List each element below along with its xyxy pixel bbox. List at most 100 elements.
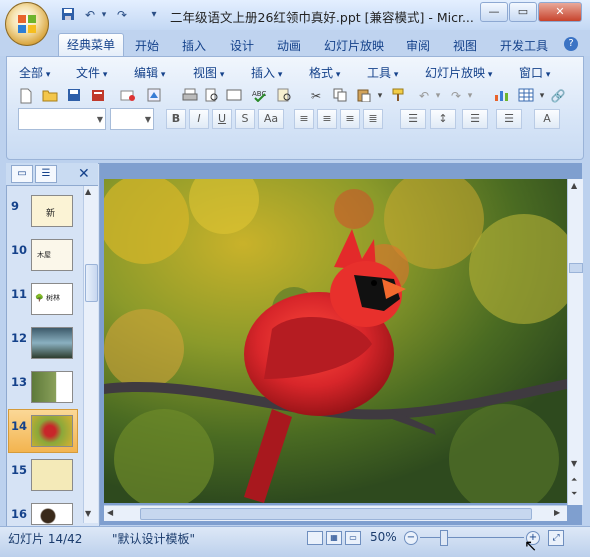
- cut-icon[interactable]: ✂: [308, 88, 324, 104]
- justify-icon[interactable]: ≣: [363, 109, 383, 129]
- text-direction-icon[interactable]: ☰: [400, 109, 426, 129]
- menu-slideshow[interactable]: 幻灯片放映: [425, 64, 492, 81]
- copy-icon[interactable]: [332, 88, 348, 104]
- slide-canvas[interactable]: 蓬松: [104, 179, 567, 503]
- underline-button[interactable]: U: [212, 109, 232, 129]
- scroll-down-icon[interactable]: ▼: [85, 509, 91, 518]
- slide-thumbnail[interactable]: 木屋: [31, 239, 73, 271]
- fit-to-window-icon[interactable]: ⤢: [548, 530, 564, 546]
- scroll-up-icon[interactable]: ▲: [571, 181, 577, 190]
- help-icon[interactable]: ?: [564, 37, 578, 51]
- scroll-thumb[interactable]: [85, 264, 98, 302]
- undo-dropdown-icon[interactable]: ▾: [96, 7, 112, 23]
- chart-icon[interactable]: [494, 88, 510, 104]
- font-combo[interactable]: ▼: [18, 108, 106, 130]
- slide-sorter-icon[interactable]: ▦: [326, 531, 342, 545]
- close-icon[interactable]: ✕: [538, 2, 582, 22]
- customize-icon[interactable]: ▾: [146, 7, 162, 23]
- slide-thumbnail-selected[interactable]: [31, 415, 73, 447]
- slide-thumbnail[interactable]: [31, 459, 73, 491]
- permission-icon[interactable]: [90, 88, 106, 104]
- slide-thumbnail[interactable]: [31, 371, 73, 403]
- font-color-button[interactable]: A: [534, 109, 560, 129]
- close-pane-icon[interactable]: ✕: [78, 166, 90, 182]
- tab-home[interactable]: 开始: [135, 35, 159, 57]
- scroll-thumb[interactable]: [140, 508, 532, 520]
- zoom-out-icon[interactable]: −: [404, 531, 418, 545]
- numbering-icon[interactable]: ☰: [462, 109, 488, 129]
- menu-edit[interactable]: 编辑: [134, 64, 165, 81]
- scroll-right-icon[interactable]: ▶: [554, 508, 560, 517]
- minimize-icon[interactable]: —: [480, 2, 508, 22]
- previous-slide-icon[interactable]: ⏶: [571, 475, 577, 485]
- align-center-icon[interactable]: ≡: [317, 109, 337, 129]
- next-slide-icon[interactable]: ⏷: [571, 489, 577, 499]
- scroll-up-icon[interactable]: ▲: [85, 187, 91, 196]
- tab-developer[interactable]: 开发工具: [500, 35, 548, 57]
- table-dropdown-icon[interactable]: ▾: [534, 88, 550, 104]
- office-button[interactable]: [5, 2, 49, 46]
- print-icon[interactable]: [182, 88, 198, 104]
- redo-toolbar-dropdown-icon[interactable]: ▾: [462, 88, 478, 104]
- tab-view[interactable]: 视图: [453, 35, 477, 57]
- menu-all[interactable]: 全部: [19, 64, 50, 81]
- tab-insert[interactable]: 插入: [182, 35, 206, 57]
- menu-format[interactable]: 格式: [309, 64, 340, 81]
- slide-thumbnail[interactable]: 新: [31, 195, 73, 227]
- tab-slideshow[interactable]: 幻灯片放映: [324, 35, 384, 57]
- font-size-combo[interactable]: ▼: [110, 108, 154, 130]
- scroll-thumb[interactable]: [569, 263, 583, 273]
- print-preview-icon[interactable]: [204, 88, 220, 104]
- new-icon[interactable]: [18, 88, 34, 104]
- thumb-text: 🌳 树林: [35, 294, 60, 302]
- paste-dropdown-icon[interactable]: ▾: [372, 88, 388, 104]
- shadow-button[interactable]: S: [235, 109, 255, 129]
- line-spacing-icon[interactable]: ↕: [430, 109, 456, 129]
- tab-animation[interactable]: 动画: [277, 35, 301, 57]
- scroll-left-icon[interactable]: ◀: [107, 508, 113, 517]
- table-icon[interactable]: [518, 88, 534, 104]
- align-left-icon[interactable]: ≡: [294, 109, 314, 129]
- slides-tab-icon[interactable]: ▭: [11, 165, 33, 183]
- slide-thumbnail[interactable]: 🌳 树林: [31, 283, 73, 315]
- menu-window[interactable]: 窗口: [519, 64, 550, 81]
- tab-classic-menu[interactable]: 经典菜单: [58, 33, 124, 58]
- menu-insert[interactable]: 插入: [251, 64, 282, 81]
- slide-view-icon[interactable]: [226, 88, 242, 104]
- zoom-slider-thumb[interactable]: [440, 530, 448, 546]
- normal-view-icon[interactable]: [307, 531, 323, 545]
- change-case-button[interactable]: Aa: [258, 109, 284, 129]
- undo-toolbar-dropdown-icon[interactable]: ▾: [430, 88, 446, 104]
- zoom-slider[interactable]: [420, 537, 524, 538]
- research-icon[interactable]: [276, 88, 292, 104]
- slide-vertical-scrollbar[interactable]: ▲ ▼ ⏶ ⏷: [567, 179, 583, 505]
- scroll-down-icon[interactable]: ▼: [571, 459, 577, 468]
- open-icon[interactable]: [42, 88, 58, 104]
- maximize-icon[interactable]: ▭: [509, 2, 537, 22]
- align-right-icon[interactable]: ≡: [340, 109, 360, 129]
- italic-button[interactable]: I: [189, 109, 209, 129]
- zoom-level[interactable]: 50%: [370, 530, 397, 544]
- save-file-icon[interactable]: [66, 88, 82, 104]
- slide-horizontal-scrollbar[interactable]: ◀ ▶: [104, 505, 567, 521]
- spelling-icon[interactable]: ABC: [252, 88, 268, 104]
- bold-button[interactable]: B: [166, 109, 186, 129]
- format-painter-icon[interactable]: [390, 88, 406, 104]
- menu-tools[interactable]: 工具: [367, 64, 398, 81]
- publish-icon[interactable]: [146, 88, 162, 104]
- save-icon[interactable]: [60, 7, 76, 23]
- bullets-icon[interactable]: ☰: [496, 109, 522, 129]
- menu-file[interactable]: 文件: [76, 64, 107, 81]
- redo-icon[interactable]: ↷: [114, 7, 130, 23]
- slides-scrollbar[interactable]: ▲ ▼: [83, 186, 98, 523]
- menu-view[interactable]: 视图: [193, 64, 224, 81]
- slideshow-view-icon[interactable]: ▭: [345, 531, 361, 545]
- slide-thumbnail[interactable]: [31, 503, 73, 525]
- paste-icon[interactable]: [356, 88, 372, 104]
- tab-design[interactable]: 设计: [230, 35, 254, 57]
- hyperlink-icon[interactable]: 🔗: [550, 88, 566, 104]
- outline-tab-icon[interactable]: ☰: [35, 165, 57, 183]
- slide-thumbnail[interactable]: [31, 327, 73, 359]
- email-icon[interactable]: [120, 88, 136, 104]
- tab-review[interactable]: 审阅: [406, 35, 430, 57]
